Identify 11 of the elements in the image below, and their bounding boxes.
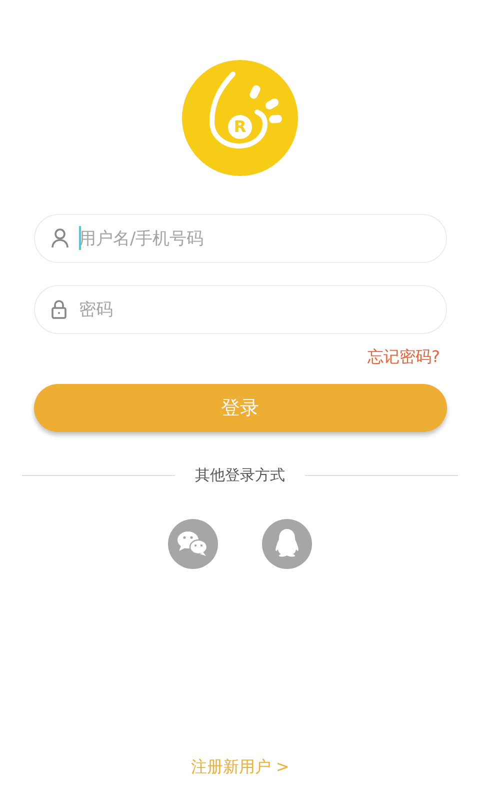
- login-button[interactable]: 登录: [34, 384, 446, 432]
- logo: R: [182, 60, 298, 176]
- username-field[interactable]: 用户名/手机号码: [34, 214, 447, 263]
- register-link[interactable]: 注册新用户 >: [190, 757, 290, 778]
- password-field[interactable]: 密码: [34, 285, 447, 334]
- penguin-icon[interactable]: [262, 519, 312, 569]
- user-icon: [51, 228, 69, 248]
- forgot-password-link[interactable]: 忘记密码?: [368, 347, 440, 368]
- lock-icon: [51, 299, 67, 319]
- divider-label: 其他登录方式: [195, 466, 285, 485]
- chat-bubbles-icon[interactable]: [168, 519, 218, 569]
